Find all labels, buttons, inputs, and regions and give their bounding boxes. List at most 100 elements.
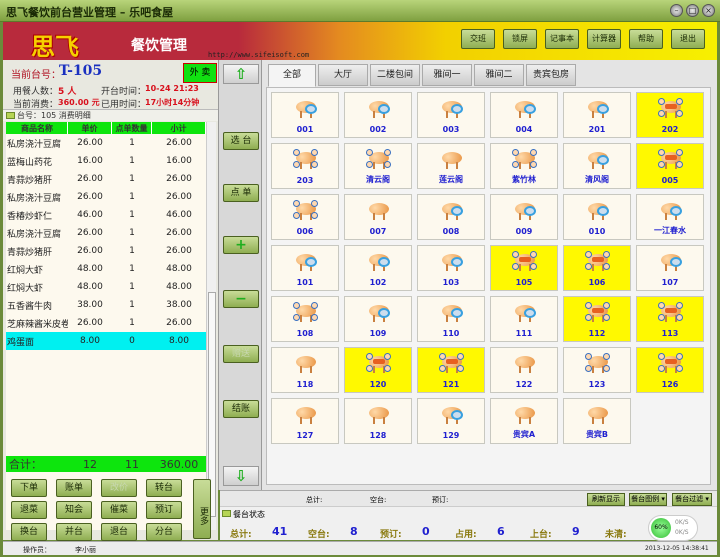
action-button[interactable]: 知会 (56, 501, 92, 519)
scroll-up-button[interactable]: ⇧ (223, 64, 259, 84)
table-tile[interactable]: 123 (563, 347, 631, 393)
table-tile[interactable]: 紫竹林 (490, 143, 558, 189)
action-button[interactable]: 下单 (11, 479, 47, 497)
table-tile[interactable]: 103 (417, 245, 485, 291)
table-tile[interactable]: 108 (271, 296, 339, 342)
table-tile[interactable]: 004 (490, 92, 558, 138)
order-button[interactable]: 点 单 (223, 184, 259, 202)
table-tile[interactable]: 贵宾B (563, 398, 631, 444)
action-button[interactable]: 转台 (146, 479, 182, 497)
action-button[interactable]: 账单 (56, 479, 92, 497)
action-button[interactable]: 退菜 (11, 501, 47, 519)
table-tile[interactable]: 120 (344, 347, 412, 393)
table-tile[interactable]: 101 (271, 245, 339, 291)
help-button[interactable]: 帮助 (629, 29, 663, 49)
col-name[interactable]: 商品名称 (6, 122, 68, 134)
notepad-button[interactable]: 记事本 (545, 29, 579, 49)
more-button[interactable]: 更多 (193, 479, 211, 539)
order-row[interactable]: 红焖大虾 48.00 1 48.00 (6, 260, 206, 278)
table-tile[interactable]: 005 (636, 143, 704, 189)
exit-button[interactable]: 退出 (671, 29, 705, 49)
table-tile[interactable]: 102 (344, 245, 412, 291)
scroll-down-button[interactable]: ⇩ (223, 466, 259, 486)
tab-room-one[interactable]: 雅间一 (422, 64, 472, 86)
gift-button[interactable]: 赠送 (223, 345, 259, 363)
lock-screen-button[interactable]: 锁屏 (503, 29, 537, 49)
shift-handover-button[interactable]: 交班 (461, 29, 495, 49)
table-tile[interactable]: 128 (344, 398, 412, 444)
table-tile[interactable]: 126 (636, 347, 704, 393)
table-tile[interactable]: 106 (563, 245, 631, 291)
maximize-button[interactable]: □ (686, 4, 699, 17)
tab-hall[interactable]: 大厅 (318, 64, 368, 86)
col-subtotal[interactable]: 小计 (152, 122, 206, 134)
table-tile[interactable]: 202 (636, 92, 704, 138)
table-tile[interactable]: 201 (563, 92, 631, 138)
action-button[interactable]: 预订 (146, 501, 182, 519)
table-tile[interactable]: 010 (563, 194, 631, 240)
table-tile[interactable]: 003 (417, 92, 485, 138)
order-row[interactable]: 私房浇汁豆腐 26.00 1 26.00 (6, 188, 206, 206)
tab-all[interactable]: 全部 (268, 64, 316, 87)
filter-dropdown[interactable]: 餐台过滤 ▾ (672, 493, 712, 506)
plus-button[interactable]: + (223, 236, 259, 254)
table-tile[interactable]: 008 (417, 194, 485, 240)
table-tile[interactable]: 一江春水 (636, 194, 704, 240)
action-button[interactable]: 退台 (101, 523, 137, 541)
table-tile[interactable]: 002 (344, 92, 412, 138)
col-price[interactable]: 单价 (68, 122, 112, 134)
table-tile[interactable]: 111 (490, 296, 558, 342)
order-scrollbar[interactable] (206, 122, 216, 530)
table-tile[interactable]: 006 (271, 194, 339, 240)
table-tile[interactable]: 113 (636, 296, 704, 342)
order-row[interactable]: 香椿炒虾仁 46.00 1 46.00 (6, 206, 206, 224)
legend-dropdown[interactable]: 餐台图例 ▾ (629, 493, 667, 506)
select-table-button[interactable]: 选 台 (223, 132, 259, 150)
table-tile[interactable]: 109 (344, 296, 412, 342)
minus-button[interactable]: − (223, 290, 259, 308)
action-button[interactable]: 并台 (56, 523, 92, 541)
order-row[interactable]: 青蒜炒猪肝 26.00 1 26.00 (6, 170, 206, 188)
action-button[interactable]: 催菜 (101, 501, 137, 519)
tab-second-floor[interactable]: 二楼包间 (370, 64, 420, 86)
order-row[interactable]: 鸡蛋面 8.00 0 8.00 (6, 332, 206, 350)
table-tile[interactable]: 110 (417, 296, 485, 342)
table-tile[interactable]: 112 (563, 296, 631, 342)
table-tile[interactable]: 007 (344, 194, 412, 240)
close-button[interactable]: × (702, 4, 715, 17)
table-tile[interactable]: 清风阁 (563, 143, 631, 189)
order-row[interactable]: 五香酱牛肉 38.00 1 38.00 (6, 296, 206, 314)
table-tile[interactable]: 203 (271, 143, 339, 189)
order-row[interactable]: 私房浇汁豆腐 26.00 1 26.00 (6, 224, 206, 242)
table-tile[interactable]: 001 (271, 92, 339, 138)
order-row[interactable]: 私房浇汁豆腐 26.00 1 26.00 (6, 134, 206, 152)
table-tile[interactable]: 107 (636, 245, 704, 291)
table-tile[interactable]: 118 (271, 347, 339, 393)
checkout-button[interactable]: 结账 (223, 400, 259, 418)
col-qty[interactable]: 点单数量 (112, 122, 152, 134)
status-label: 空台: (308, 530, 330, 540)
order-row[interactable]: 蓝梅山药花 16.00 1 16.00 (6, 152, 206, 170)
order-row[interactable]: 红焖大虾 48.00 1 48.00 (6, 278, 206, 296)
order-row[interactable]: 芝麻辣酱米皮卷 26.00 1 26.00 (6, 314, 206, 332)
action-button[interactable]: 换台 (11, 523, 47, 541)
order-row[interactable]: 青蒜炒猪肝 26.00 1 26.00 (6, 242, 206, 260)
action-button[interactable]: 分台 (146, 523, 182, 541)
item-name: 青蒜炒猪肝 (7, 247, 53, 258)
minimize-button[interactable]: – (670, 4, 683, 17)
tab-vip[interactable]: 贵宾包房 (526, 64, 576, 86)
table-tile[interactable]: 127 (271, 398, 339, 444)
takeout-button[interactable]: 外 卖 (183, 63, 217, 83)
refresh-button[interactable]: 刷新显示 (587, 493, 625, 506)
table-tile[interactable]: 122 (490, 347, 558, 393)
calculator-button[interactable]: 计算器 (587, 29, 621, 49)
table-tile[interactable]: 105 (490, 245, 558, 291)
table-tile[interactable]: 清云阁 (344, 143, 412, 189)
action-button[interactable]: 改价 (101, 479, 137, 497)
table-tile[interactable]: 009 (490, 194, 558, 240)
tab-room-two[interactable]: 雅间二 (474, 64, 524, 86)
table-tile[interactable]: 121 (417, 347, 485, 393)
table-tile[interactable]: 129 (417, 398, 485, 444)
table-tile[interactable]: 莲云阁 (417, 143, 485, 189)
table-tile[interactable]: 贵宾A (490, 398, 558, 444)
